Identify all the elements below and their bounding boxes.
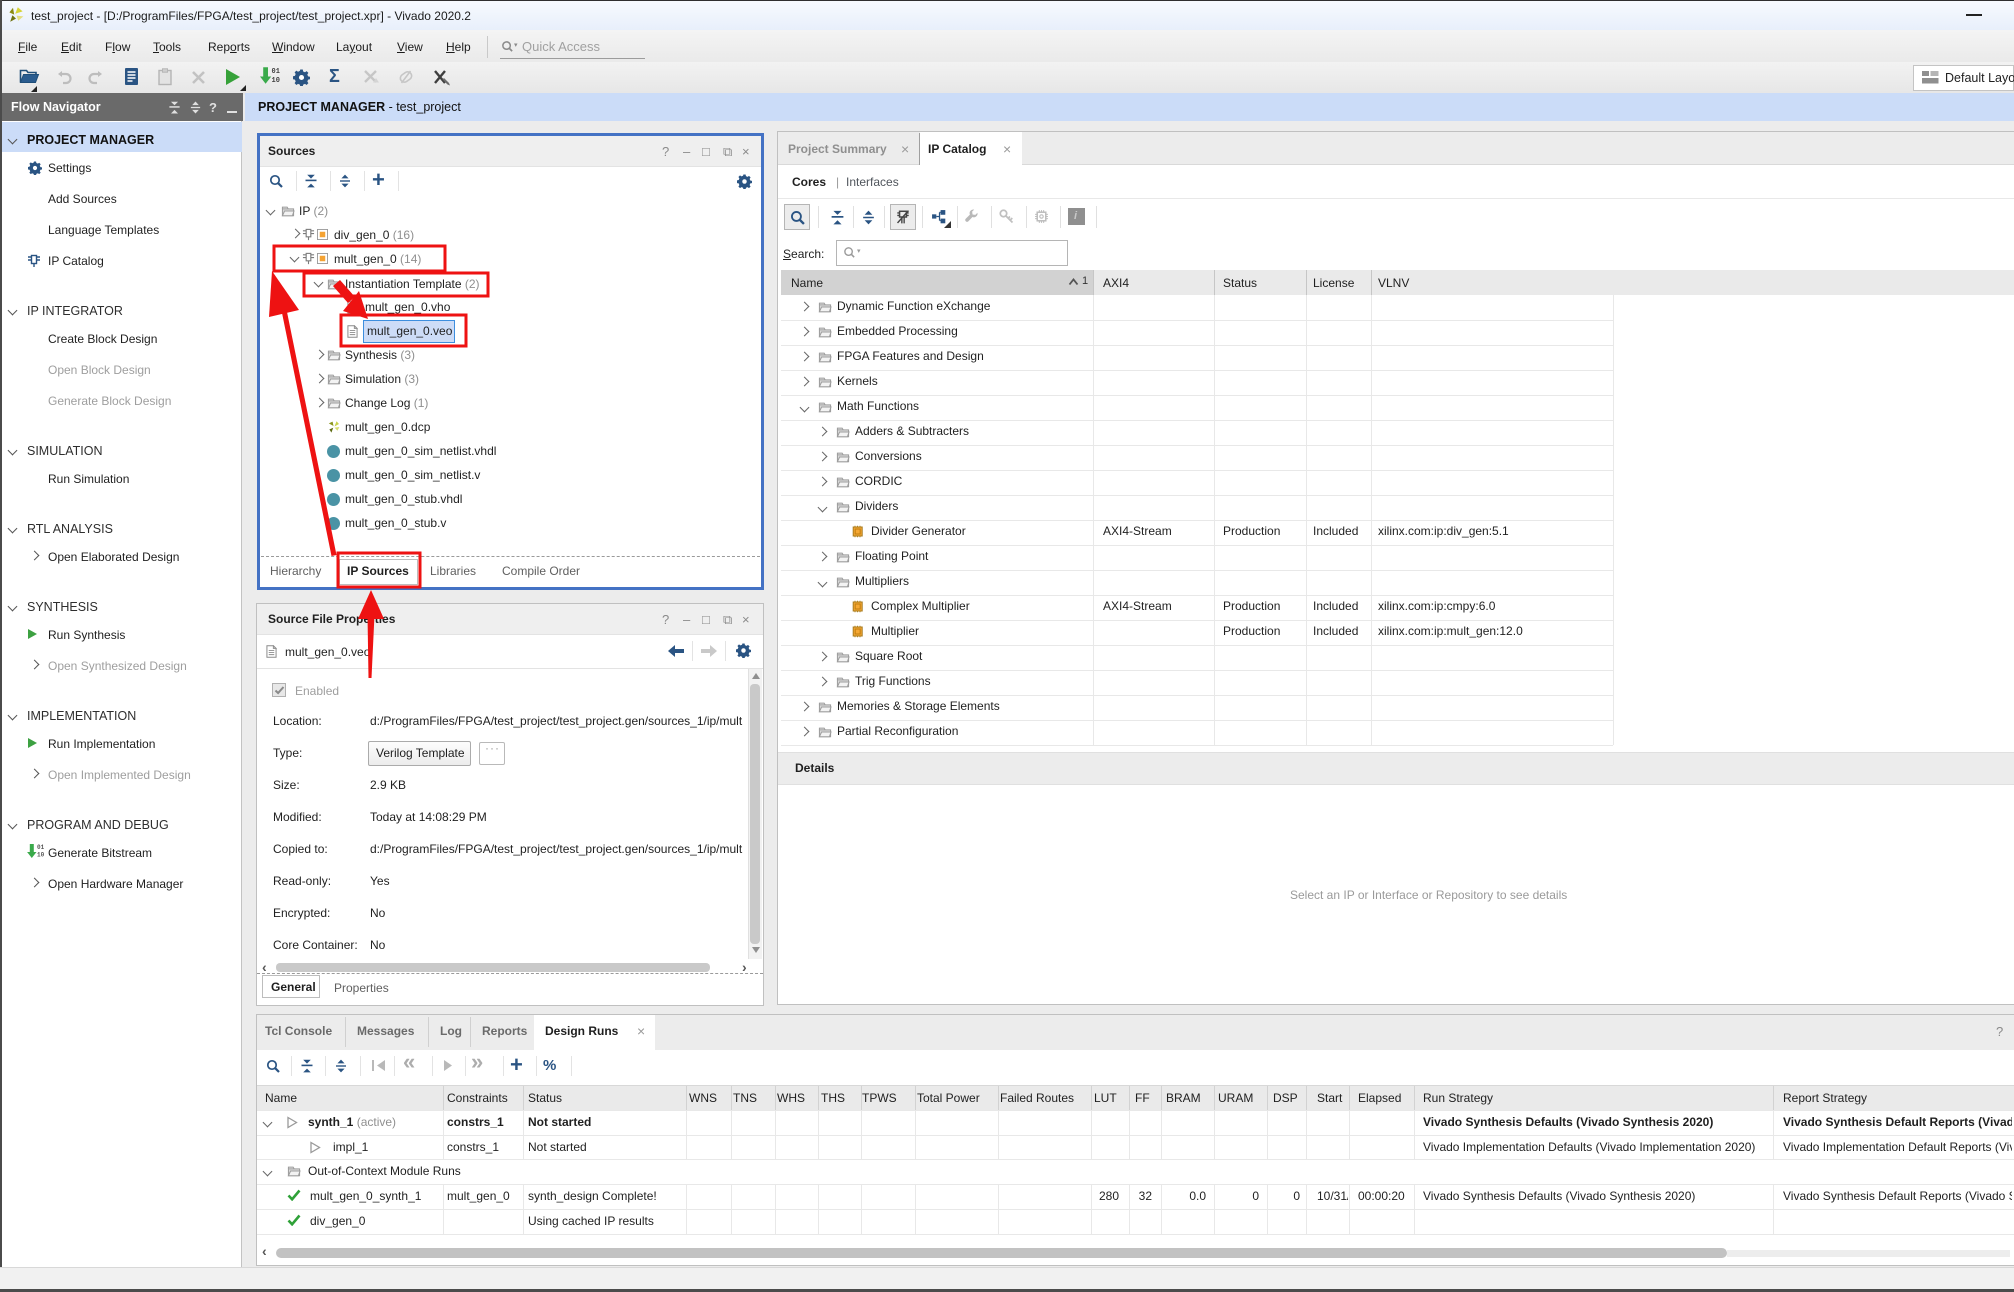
svg-text:01: 01 [272, 68, 280, 76]
svg-text:10: 10 [272, 77, 280, 85]
svg-text:10: 10 [37, 852, 44, 859]
svg-text:01: 01 [37, 844, 44, 851]
